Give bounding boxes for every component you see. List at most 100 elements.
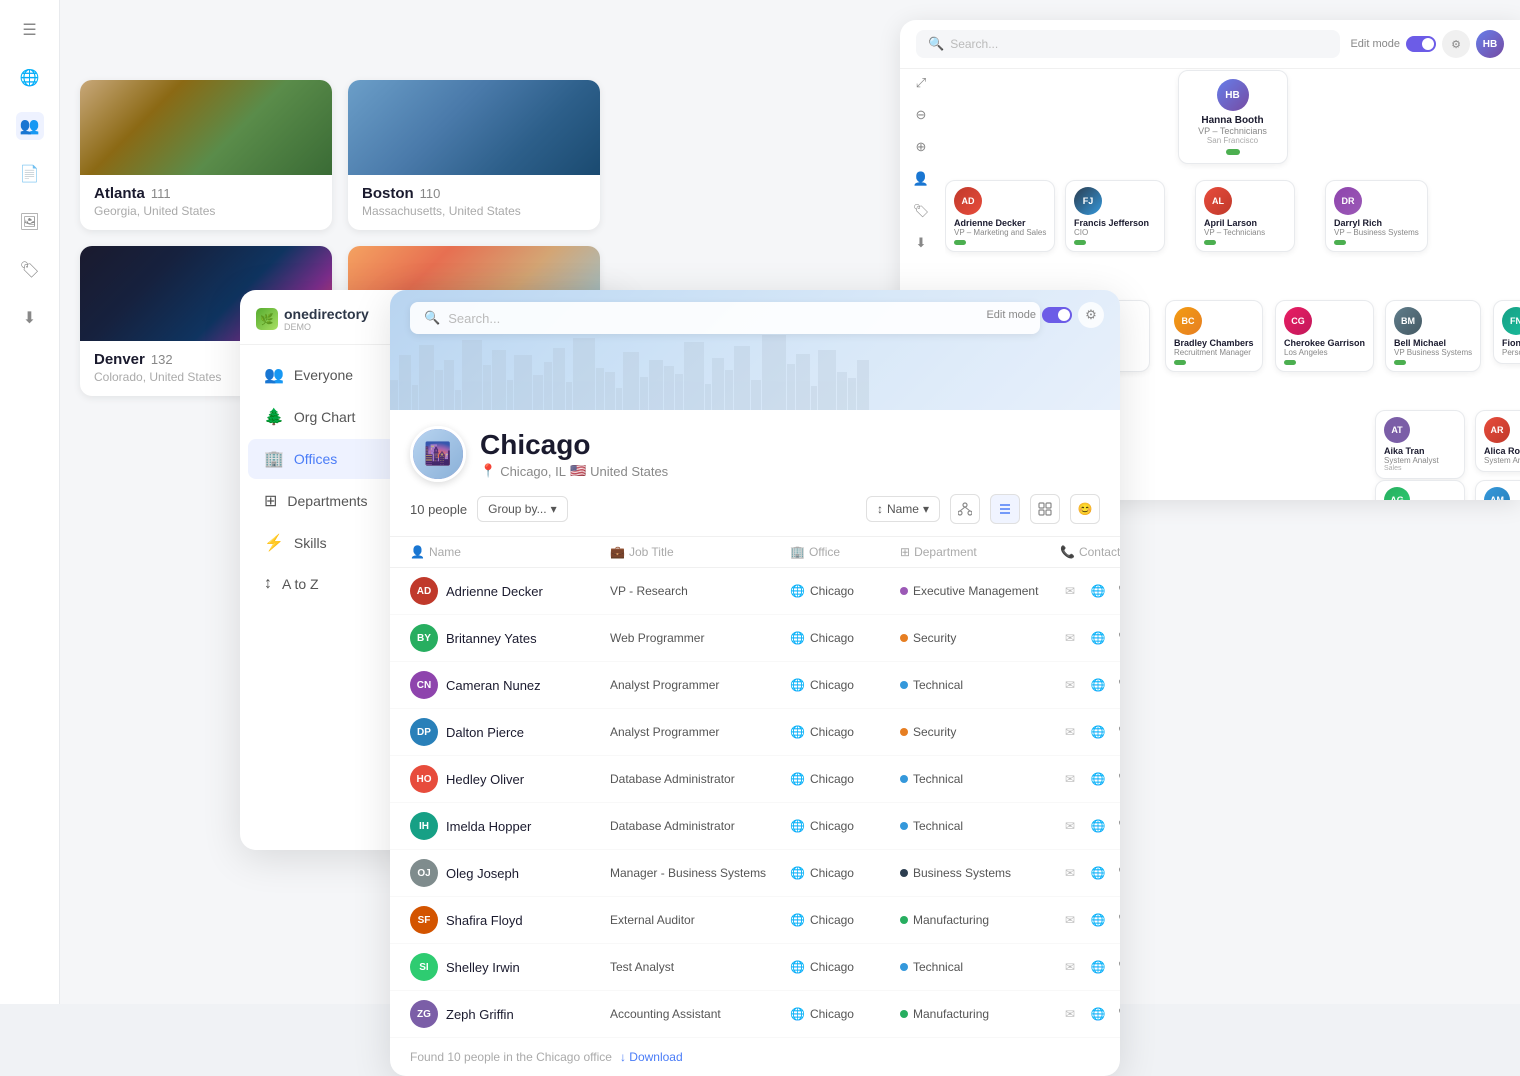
image-icon[interactable]: 🖼	[16, 208, 44, 236]
org-person-icon[interactable]: 👤	[908, 166, 934, 192]
phone-icon-1[interactable]: 📞	[1116, 628, 1120, 648]
web-icon-0[interactable]: 🌐	[1088, 581, 1108, 601]
phone-icon-3[interactable]: 📞	[1116, 722, 1120, 742]
org-node-fiona[interactable]: FN Fiona Nash Personal Assistant	[1493, 300, 1520, 364]
web-icon-9[interactable]: 🌐	[1088, 1004, 1108, 1024]
phone-icon-7[interactable]: 📞	[1116, 910, 1120, 930]
phone-icon-5[interactable]: 📞	[1116, 816, 1120, 836]
alyssa-avatar: AM	[1484, 487, 1510, 500]
contact-cell-9: ✉ 🌐 📞 📱	[1060, 1004, 1120, 1024]
phone-icon-0[interactable]: 📞	[1116, 581, 1120, 601]
chicago-edit-toggle[interactable]	[1042, 307, 1072, 323]
people-icon[interactable]: 👥	[16, 112, 44, 140]
contact-cell-2: ✉ 🌐 📞 📱	[1060, 675, 1120, 695]
table-row[interactable]: HO Hedley Oliver Database Administrator …	[390, 756, 1120, 803]
org-zoom-out-icon[interactable]: ⊖	[908, 102, 934, 128]
web-icon-7[interactable]: 🌐	[1088, 910, 1108, 930]
org-search-icon: 🔍	[928, 36, 944, 52]
org-search-placeholder[interactable]: Search...	[950, 37, 998, 51]
table-row[interactable]: OJ Oleg Joseph Manager - Business System…	[390, 850, 1120, 897]
org-node-april[interactable]: AL April Larson VP – Technicians	[1195, 180, 1295, 252]
dept-dot-8	[900, 963, 908, 971]
emoji-view-button[interactable]: 😊	[1070, 494, 1100, 524]
table-row[interactable]: SI Shelley Irwin Test Analyst 🌐 Chicago …	[390, 944, 1120, 991]
sort-button[interactable]: ↕ Name ▾	[866, 496, 940, 522]
bradley-badge	[1174, 360, 1186, 365]
phone-icon-2[interactable]: 📞	[1116, 675, 1120, 695]
phone-icon-6[interactable]: 📞	[1116, 863, 1120, 883]
org-node-alyssa[interactable]: AM Alyssa McFarland System Analyst	[1475, 480, 1520, 500]
dept-name-0: Executive Management	[913, 584, 1038, 598]
table-row[interactable]: DP Dalton Pierce Analyst Programmer 🌐 Ch…	[390, 709, 1120, 756]
email-icon-2[interactable]: ✉	[1060, 675, 1080, 695]
org-zoom-in-icon[interactable]: ⊕	[908, 134, 934, 160]
org-node-aika[interactable]: AT Aika Tran System Analyst Sales	[1375, 410, 1465, 479]
org-tag-icon[interactable]: 🏷	[908, 198, 934, 224]
web-icon-6[interactable]: 🌐	[1088, 863, 1108, 883]
web-icon-5[interactable]: 🌐	[1088, 816, 1108, 836]
web-icon-1[interactable]: 🌐	[1088, 628, 1108, 648]
org-node-bradley[interactable]: BC Bradley Chambers Recruitment Manager	[1165, 300, 1263, 372]
web-icon-3[interactable]: 🌐	[1088, 722, 1108, 742]
email-icon-5[interactable]: ✉	[1060, 816, 1080, 836]
person-cell-4: HO Hedley Oliver	[410, 765, 610, 793]
email-icon-9[interactable]: ✉	[1060, 1004, 1080, 1024]
tag-icon[interactable]: 🏷	[16, 256, 44, 284]
org-avatar[interactable]: HB	[1476, 30, 1504, 58]
web-icon-8[interactable]: 🌐	[1088, 957, 1108, 977]
org-settings-icon[interactable]: ⚙	[1442, 30, 1470, 58]
org-node-adrienne[interactable]: AD Adrienne Decker VP – Marketing and Sa…	[945, 180, 1055, 252]
org-node-francis[interactable]: FJ Francis Jefferson CIO	[1065, 180, 1165, 252]
dept-cell-8: Technical	[900, 960, 1060, 974]
email-icon-1[interactable]: ✉	[1060, 628, 1080, 648]
aika-dept: Sales	[1384, 465, 1456, 472]
group-by-button[interactable]: Group by... ▾	[477, 496, 568, 522]
org-node-hanna[interactable]: HB Hanna Booth VP – Technicians San Fran…	[1178, 70, 1288, 164]
chicago-settings-icon[interactable]: ⚙	[1078, 302, 1104, 328]
globe-icon[interactable]: 🌐	[16, 64, 44, 92]
boston-image	[348, 80, 600, 175]
org-expand-icon[interactable]: ⤢	[908, 70, 934, 96]
office-cell-0: 🌐 Chicago	[790, 584, 900, 598]
office-cell-8: 🌐 Chicago	[790, 960, 900, 974]
web-icon-4[interactable]: 🌐	[1088, 769, 1108, 789]
web-icon-2[interactable]: 🌐	[1088, 675, 1108, 695]
document-icon[interactable]: 📄	[16, 160, 44, 188]
menu-icon[interactable]: ☰	[16, 16, 44, 44]
org-download-icon-sm[interactable]: ⬇	[908, 230, 934, 256]
phone-icon-4[interactable]: 📞	[1116, 769, 1120, 789]
table-row[interactable]: CN Cameran Nunez Analyst Programmer 🌐 Ch…	[390, 662, 1120, 709]
bradley-name: Bradley Chambers	[1174, 338, 1254, 348]
email-icon-6[interactable]: ✉	[1060, 863, 1080, 883]
job-title-2: Analyst Programmer	[610, 678, 790, 692]
office-card-atlanta[interactable]: Atlanta 111 Georgia, United States	[80, 80, 332, 230]
list-view-button[interactable]	[990, 494, 1020, 524]
atlanta-location: Georgia, United States	[94, 204, 318, 218]
download-icon[interactable]: ⬇	[16, 304, 44, 332]
org-node-alica[interactable]: AR Alica Robinson System Analyst	[1475, 410, 1520, 472]
phone-icon-9[interactable]: 📞	[1116, 1004, 1120, 1024]
chicago-search-bar[interactable]: 🔍 Search...	[410, 302, 1040, 334]
download-button[interactable]: ↓ Download	[620, 1050, 683, 1064]
connect-view-button[interactable]	[950, 494, 980, 524]
org-node-allegra[interactable]: AG Allegra Gentry Robotic	[1375, 480, 1465, 500]
table-row[interactable]: ZG Zeph Griffin Accounting Assistant 🌐 C…	[390, 991, 1120, 1038]
email-icon-3[interactable]: ✉	[1060, 722, 1080, 742]
org-node-darryl[interactable]: DR Darryl Rich VP – Business Systems	[1325, 180, 1428, 252]
org-node-cherokee[interactable]: CG Cherokee Garrison Los Angeles	[1275, 300, 1374, 372]
org-node-bell[interactable]: BM Bell Michael VP Business Systems	[1385, 300, 1481, 372]
table-row[interactable]: IH Imelda Hopper Database Administrator …	[390, 803, 1120, 850]
office-name-2: Chicago	[810, 678, 854, 692]
table-row[interactable]: BY Britanney Yates Web Programmer 🌐 Chic…	[390, 615, 1120, 662]
email-icon-0[interactable]: ✉	[1060, 581, 1080, 601]
office-card-boston[interactable]: Boston 110 Massachusetts, United States	[348, 80, 600, 230]
phone-icon-8[interactable]: 📞	[1116, 957, 1120, 977]
table-row[interactable]: SF Shafira Floyd External Auditor 🌐 Chic…	[390, 897, 1120, 944]
header-jobtitle: 💼 Job Title	[610, 545, 790, 559]
email-icon-8[interactable]: ✉	[1060, 957, 1080, 977]
email-icon-4[interactable]: ✉	[1060, 769, 1080, 789]
email-icon-7[interactable]: ✉	[1060, 910, 1080, 930]
grid-view-button[interactable]	[1030, 494, 1060, 524]
org-edit-toggle[interactable]	[1406, 36, 1436, 52]
table-row[interactable]: AD Adrienne Decker VP - Research 🌐 Chica…	[390, 568, 1120, 615]
